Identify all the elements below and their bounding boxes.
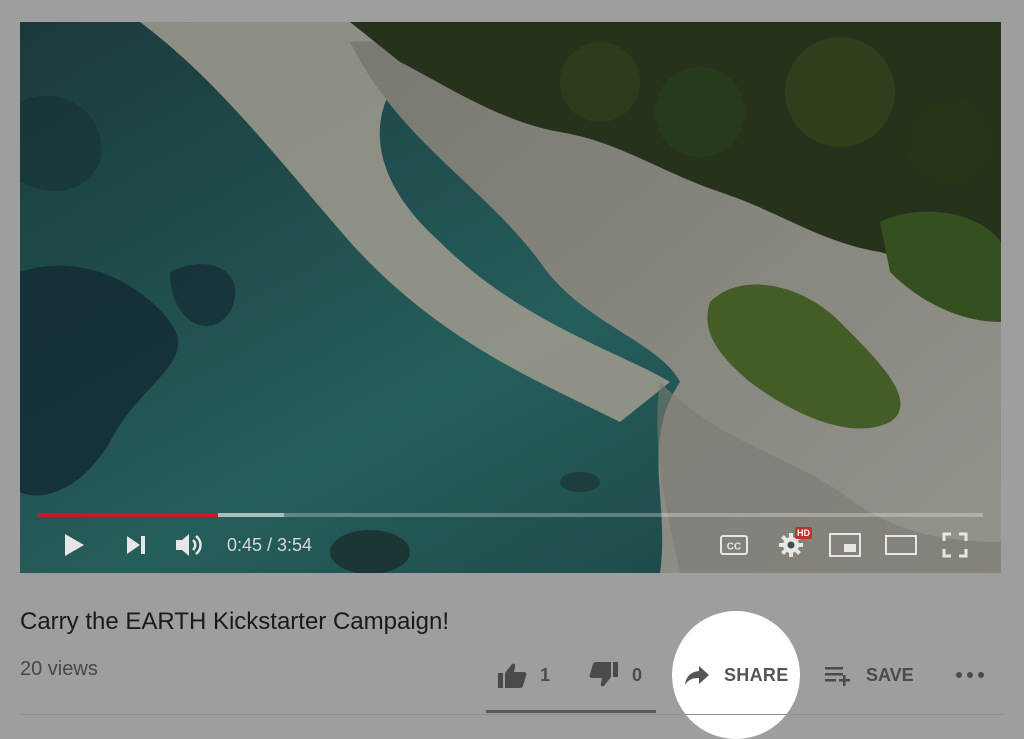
miniplayer-icon bbox=[829, 533, 861, 557]
progress-bar[interactable] bbox=[38, 513, 983, 517]
video-overlay bbox=[20, 22, 1001, 573]
save-button[interactable]: SAVE bbox=[824, 658, 914, 692]
share-label: SHARE bbox=[724, 664, 789, 685]
more-horiz-icon bbox=[956, 672, 984, 678]
share-arrow-icon bbox=[685, 666, 709, 685]
volume-icon bbox=[176, 534, 202, 556]
video-title: Carry the EARTH Kickstarter Campaign! bbox=[20, 608, 450, 635]
play-button[interactable] bbox=[58, 530, 90, 560]
svg-text:CC: CC bbox=[727, 542, 741, 553]
action-bar: 1 0 SHARE SAVE bbox=[0, 650, 1024, 700]
thumbs-down-icon bbox=[589, 662, 618, 687]
thumbs-up-icon bbox=[498, 663, 527, 688]
theater-icon bbox=[885, 535, 917, 555]
time-display: 0:45 / 3:54 bbox=[227, 535, 313, 555]
dislike-count: 0 bbox=[632, 664, 643, 685]
miniplayer-button[interactable] bbox=[828, 530, 862, 560]
player-controls: 0:45 / 3:54 CC HD bbox=[20, 522, 1001, 568]
like-count: 1 bbox=[540, 664, 551, 685]
fullscreen-icon bbox=[942, 532, 968, 558]
divider bbox=[20, 714, 1004, 715]
like-ratio-bar bbox=[486, 710, 656, 713]
settings-button[interactable]: HD bbox=[776, 527, 812, 560]
more-actions-button[interactable] bbox=[954, 658, 988, 692]
hd-badge: HD bbox=[795, 527, 812, 539]
skip-next-icon bbox=[127, 536, 145, 554]
cc-icon: CC bbox=[720, 535, 748, 555]
play-icon bbox=[65, 534, 84, 556]
theater-mode-button[interactable] bbox=[884, 530, 918, 560]
fullscreen-button[interactable] bbox=[940, 530, 970, 560]
next-button[interactable] bbox=[120, 530, 152, 560]
dislike-button[interactable]: 0 bbox=[588, 658, 642, 692]
like-button[interactable]: 1 bbox=[496, 658, 550, 692]
video-player[interactable]: 0:45 / 3:54 CC HD bbox=[20, 22, 1001, 573]
playlist-add-icon bbox=[825, 667, 850, 686]
save-label: SAVE bbox=[866, 664, 914, 685]
share-button[interactable]: SHARE bbox=[684, 658, 789, 692]
played-bar bbox=[38, 513, 218, 517]
captions-button[interactable]: CC bbox=[718, 530, 750, 560]
volume-button[interactable] bbox=[172, 530, 208, 560]
